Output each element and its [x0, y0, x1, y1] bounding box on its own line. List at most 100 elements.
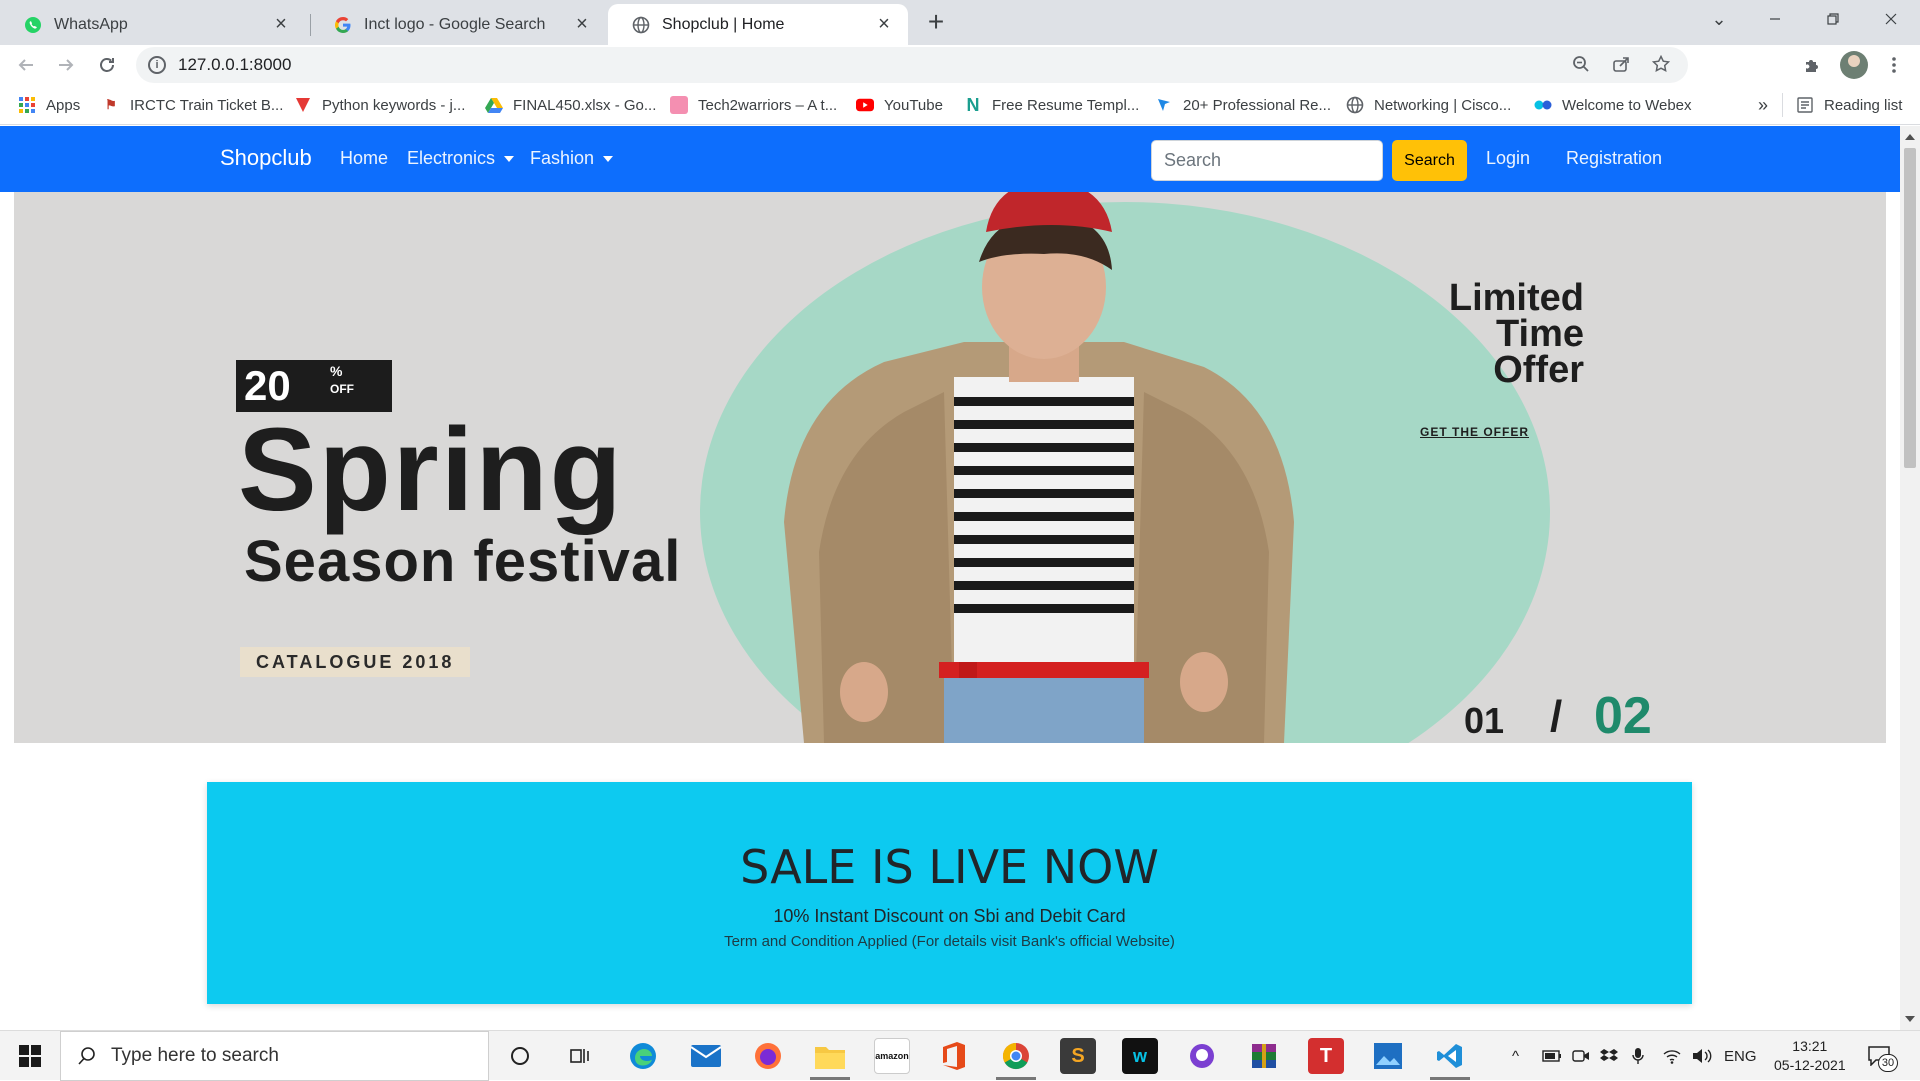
more-bookmarks-chevron[interactable]: » — [1758, 94, 1768, 116]
new-tab-button[interactable]: + — [921, 8, 951, 38]
cortana-icon[interactable] — [502, 1038, 538, 1074]
amazon-icon[interactable]: amazon — [874, 1038, 910, 1074]
login-link[interactable]: Login — [1486, 148, 1530, 169]
get-offer-link[interactable]: GET THE OFFER — [1420, 425, 1529, 439]
catalogue-tag: CATALOGUE 2018 — [240, 647, 471, 677]
scroll-up-arrow-icon[interactable] — [1905, 134, 1915, 140]
tab-search-chevron-icon[interactable]: ⌄ — [1690, 0, 1748, 38]
tray-chevron-up-icon[interactable]: ^ — [1512, 1031, 1519, 1081]
microphone-icon[interactable] — [1632, 1031, 1644, 1081]
browser-toolbar: i 127.0.0.1:8000 — [0, 45, 1920, 85]
scroll-down-arrow-icon[interactable] — [1905, 1016, 1915, 1022]
page-scrollbar[interactable] — [1900, 126, 1920, 1030]
minimize-button[interactable] — [1746, 0, 1804, 38]
close-icon[interactable]: × — [572, 14, 592, 35]
battery-icon[interactable] — [1542, 1031, 1562, 1081]
scrollbar-thumb[interactable] — [1904, 148, 1916, 468]
meet-now-icon[interactable] — [1572, 1031, 1590, 1081]
bookmark-apps[interactable]: Apps — [18, 94, 80, 116]
close-icon[interactable]: × — [271, 14, 291, 35]
bookmark-webex[interactable]: Welcome to Webex — [1534, 94, 1692, 116]
extensions-puzzle-icon[interactable] — [1798, 51, 1826, 79]
chrome-menu-icon[interactable] — [1880, 51, 1908, 79]
webex-icon — [1534, 96, 1552, 114]
typing-master-icon[interactable]: T — [1308, 1038, 1344, 1074]
site-search-button[interactable]: Search — [1392, 140, 1467, 181]
bookmark-professional-re[interactable]: 20+ Professional Re... — [1155, 94, 1331, 116]
edge-icon[interactable] — [625, 1038, 661, 1074]
registration-link[interactable]: Registration — [1566, 148, 1662, 169]
photos-icon[interactable] — [1370, 1038, 1406, 1074]
reading-list-button[interactable]: Reading list — [1796, 94, 1902, 116]
dropbox-icon[interactable] — [1600, 1031, 1618, 1081]
bookmark-free-resume[interactable]: N Free Resume Templ... — [964, 94, 1140, 116]
model-photo — [784, 192, 1294, 743]
nav-home-link[interactable]: Home — [340, 148, 388, 169]
bookmark-youtube[interactable]: YouTube — [856, 94, 943, 116]
tab-title: Shopclub | Home — [662, 15, 785, 33]
site-info-icon[interactable]: i — [148, 56, 166, 74]
close-window-button[interactable] — [1862, 0, 1920, 38]
more-bookmarks-label: » — [1758, 94, 1769, 115]
bookmark-star-icon[interactable] — [1650, 54, 1672, 77]
irctc-icon: ⚑ — [105, 97, 117, 112]
close-icon[interactable]: × — [874, 14, 894, 35]
login-label: Login — [1486, 148, 1531, 168]
sale-terms-text: Term and Condition Applied (For details … — [724, 933, 1175, 950]
firefox-icon[interactable] — [750, 1038, 786, 1074]
wifi-icon[interactable] — [1662, 1031, 1682, 1081]
globe-icon — [632, 16, 650, 34]
youtube-icon — [856, 96, 874, 114]
offer-line-2: Time — [1495, 313, 1584, 355]
restore-button[interactable] — [1804, 0, 1862, 38]
reload-icon[interactable] — [93, 51, 121, 79]
clock-time: 13:21 — [1792, 1038, 1828, 1054]
tab-whatsapp[interactable]: WhatsApp × — [0, 4, 305, 45]
winrar-icon[interactable] — [1246, 1038, 1282, 1074]
task-view-icon[interactable] — [562, 1038, 598, 1074]
webex-taskbar-icon[interactable]: w — [1122, 1038, 1158, 1074]
globe-icon — [1346, 96, 1364, 114]
profile-avatar[interactable] — [1840, 51, 1868, 79]
address-bar[interactable]: i 127.0.0.1:8000 — [136, 47, 1688, 83]
forward-arrow-icon[interactable] — [52, 51, 80, 79]
chrome-icon[interactable] — [998, 1038, 1034, 1074]
limited-offer-text: Limited Time Offer — [1334, 279, 1584, 389]
sublime-text-icon[interactable]: S — [1060, 1038, 1096, 1074]
notifications-button[interactable]: 30 — [1868, 1031, 1898, 1081]
nav-fashion-label: Fashion — [530, 148, 595, 168]
vscode-icon[interactable] — [1432, 1038, 1468, 1074]
search-icon — [77, 1046, 97, 1066]
windows-start-icon[interactable] — [12, 1038, 48, 1074]
mail-icon[interactable] — [688, 1038, 724, 1074]
discount-percent: % — [330, 363, 343, 379]
volume-icon[interactable] — [1692, 1031, 1712, 1081]
github-desktop-icon[interactable] — [1184, 1038, 1220, 1074]
url-text: 127.0.0.1:8000 — [178, 55, 292, 74]
slide-current: 01 — [1464, 700, 1505, 741]
bookmark-tech2warriors[interactable]: Tech2warriors – A t... — [670, 94, 837, 116]
bookmark-label: IRCTC Train Ticket B... — [130, 96, 284, 114]
bookmark-label: YouTube — [884, 96, 943, 114]
zoom-icon[interactable] — [1570, 55, 1592, 77]
back-arrow-icon[interactable] — [12, 51, 40, 79]
site-brand[interactable]: Shopclub — [220, 145, 312, 171]
file-explorer-icon[interactable] — [812, 1038, 848, 1074]
language-indicator[interactable]: ENG — [1724, 1031, 1757, 1081]
taskbar-search-box[interactable]: Type here to search — [60, 1031, 489, 1081]
bookmark-label: Python keywords - j... — [322, 96, 466, 114]
nav-fashion-dropdown[interactable]: Fashion — [530, 148, 614, 169]
tab-google-search[interactable]: Inct logo - Google Search × — [310, 4, 606, 45]
nav-electronics-dropdown[interactable]: Electronics — [407, 148, 515, 169]
tab-shopclub-home[interactable]: Shopclub | Home × — [608, 4, 908, 45]
bookmark-irctc[interactable]: ⚑ IRCTC Train Ticket B... — [102, 94, 283, 116]
bookmark-python-keywords[interactable]: Python keywords - j... — [294, 94, 465, 116]
share-icon[interactable] — [1610, 55, 1632, 77]
bookmark-networking-cisco[interactable]: Networking | Cisco... — [1346, 94, 1511, 116]
site-search-input[interactable] — [1151, 140, 1383, 181]
clock[interactable]: 13:21 05-12-2021 — [1774, 1031, 1846, 1081]
google-drive-icon — [485, 96, 503, 114]
hero-banner[interactable]: 20 % OFF Spring Season festival CATALOGUE… — [14, 192, 1886, 743]
office-icon[interactable] — [936, 1038, 972, 1074]
bookmark-final450[interactable]: FINAL450.xlsx - Go... — [485, 94, 656, 116]
